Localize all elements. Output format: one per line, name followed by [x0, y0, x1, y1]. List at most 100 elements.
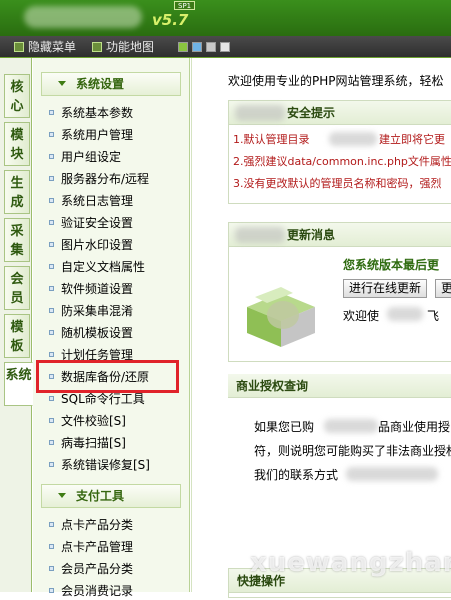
bullet-icon [49, 588, 54, 593]
bullet-icon [49, 198, 54, 203]
tab-modules[interactable]: 模块 [4, 122, 30, 166]
menu-item[interactable]: 系统日志管理 [49, 192, 133, 210]
update-title: 更新消息 [287, 228, 336, 242]
app-header: v5.7 SP1 [0, 0, 451, 36]
bullet-icon [49, 308, 54, 313]
online-update-button[interactable]: 进行在线更新 [343, 279, 428, 298]
highlight-annotation [36, 360, 179, 393]
menu-item-label: 系统日志管理 [61, 194, 134, 208]
license-line-2: 符，则说明您可能购买了非法商业授权 [254, 444, 451, 458]
menu-item[interactable]: 系统用户管理 [49, 126, 133, 144]
theme-swatch-light[interactable] [220, 42, 230, 52]
bullet-icon [49, 396, 54, 401]
bullet-icon [49, 154, 54, 159]
menu-item-label: 软件频道设置 [61, 282, 134, 296]
bullet-icon [49, 132, 54, 137]
section-title: 支付工具 [76, 489, 125, 503]
menu-item[interactable]: 自定义文档属性 [49, 258, 145, 276]
menu-item[interactable]: 病毒扫描[S] [49, 434, 126, 452]
section-title: 系统设置 [76, 77, 125, 91]
menu-item-label: 系统错误修复[S] [61, 458, 150, 472]
redacted-blur [346, 467, 438, 481]
menu-item[interactable]: 会员消费记录 [49, 582, 133, 600]
security-title: 安全提示 [287, 106, 336, 120]
menu-item[interactable]: 服务器分布/远程 [49, 170, 149, 188]
menu-item-label: 点卡产品分类 [61, 518, 134, 532]
security-line-1: 1.默认管理目录 [233, 131, 310, 147]
tab-members[interactable]: 会员 [4, 266, 30, 310]
hide-menu-label: 隐藏菜单 [28, 40, 77, 54]
bullet-icon [49, 522, 54, 527]
update-welcome-tail: 飞 [427, 309, 440, 323]
welcome-text: 欢迎使用专业的PHP网站管理系统，轻松 [228, 74, 444, 88]
menu-item[interactable]: 点卡产品管理 [49, 538, 133, 556]
menu-item-label: 系统用户管理 [61, 128, 134, 142]
collapse-triangle-icon [58, 493, 66, 498]
hide-menu-button[interactable]: 隐藏菜单 [14, 39, 76, 55]
menu-item-label: 验证安全设置 [61, 216, 134, 230]
sitemap-icon [92, 42, 102, 52]
bullet-icon [49, 176, 54, 181]
license-line-3: 我们的联系方式 [254, 468, 339, 482]
menu-item[interactable]: 用户组设定 [49, 148, 121, 166]
bullet-icon [49, 286, 54, 291]
security-line-2: 2.强烈建议data/common.inc.php文件属性 [233, 155, 451, 168]
security-line-3: 3.没有更改默认的管理员名称和密码，强烈 [233, 177, 442, 190]
menu-item[interactable]: 验证安全设置 [49, 214, 133, 232]
security-panel: 安全提示 1.默认管理目录 建立即将它更 2.强烈建议data/common.i… [228, 100, 451, 204]
software-box-icon [247, 287, 315, 347]
menu-item[interactable]: 系统基本参数 [49, 104, 133, 122]
theme-swatch-gray[interactable] [206, 42, 216, 52]
menu-item[interactable]: 系统错误修复[S] [49, 456, 150, 474]
theme-swatch-green[interactable] [178, 42, 188, 52]
collapse-triangle-icon [58, 81, 66, 86]
tab-generate[interactable]: 生成 [4, 170, 30, 214]
redacted-blur [324, 419, 378, 433]
tab-templates[interactable]: 模板 [4, 314, 30, 358]
menu-item-label: 服务器分布/远程 [61, 172, 150, 186]
security-panel-header: 安全提示 [229, 101, 451, 125]
menu-item-label: 随机模板设置 [61, 326, 134, 340]
update-secondary-button[interactable]: 更 [435, 279, 451, 298]
tab-core[interactable]: 核心 [4, 74, 30, 118]
menu-item[interactable]: 图片水印设置 [49, 236, 133, 254]
license-line-1: 如果您已购 [254, 420, 315, 434]
menu-item[interactable]: 随机模板设置 [49, 324, 133, 342]
version-label: v5.7 [152, 11, 189, 29]
menu-item-label: SQL命令行工具 [61, 392, 145, 406]
menu-item-label: 图片水印设置 [61, 238, 134, 252]
bullet-icon [49, 264, 54, 269]
side-menu: 系统设置 系统基本参数 系统用户管理 用户组设定 服务器分布/远程 系统日志管理… [33, 58, 190, 598]
menu-item[interactable]: 会员产品分类 [49, 560, 133, 578]
menu-item-label: 点卡产品管理 [61, 540, 134, 554]
menu-item[interactable]: 文件校验[S] [49, 412, 126, 430]
update-panel: 更新消息 您系统版本最后更 进行在线更新 更 欢迎使 飞 [228, 222, 451, 362]
bullet-icon [49, 462, 54, 467]
menu-item-label: 防采集串混淆 [61, 304, 134, 318]
menu-toggle-icon [14, 42, 24, 52]
tab-system[interactable]: 系统 [4, 362, 33, 406]
main-content: 欢迎使用专业的PHP网站管理系统，轻松 安全提示 1.默认管理目录 建立即将它更… [191, 58, 451, 598]
bullet-icon [49, 418, 54, 423]
vertical-tab-bar: 核心 模块 生成 采集 会员 模板 系统 [0, 58, 33, 592]
menu-item[interactable]: 防采集串混淆 [49, 302, 133, 320]
menu-item-label: 文件校验[S] [61, 414, 126, 428]
bullet-icon [49, 242, 54, 247]
menu-item[interactable]: 点卡产品分类 [49, 516, 133, 534]
redacted-blur [387, 307, 423, 321]
menu-item[interactable]: 软件频道设置 [49, 280, 133, 298]
service-pack-badge: SP1 [174, 1, 196, 10]
security-line-1-tail: 建立即将它更 [379, 133, 445, 146]
tab-collect[interactable]: 采集 [4, 218, 30, 262]
site-map-button[interactable]: 功能地图 [92, 39, 154, 55]
bullet-icon [49, 220, 54, 225]
bullet-icon [49, 110, 54, 115]
bullet-icon [49, 566, 54, 571]
logo [24, 6, 142, 28]
menu-item-label: 系统基本参数 [61, 106, 134, 120]
theme-swatch-blue[interactable] [192, 42, 202, 52]
section-payment-tools[interactable]: 支付工具 [41, 484, 181, 508]
menu-item-label: 会员消费记录 [61, 584, 134, 598]
bullet-icon [49, 330, 54, 335]
section-system-settings[interactable]: 系统设置 [41, 72, 181, 96]
